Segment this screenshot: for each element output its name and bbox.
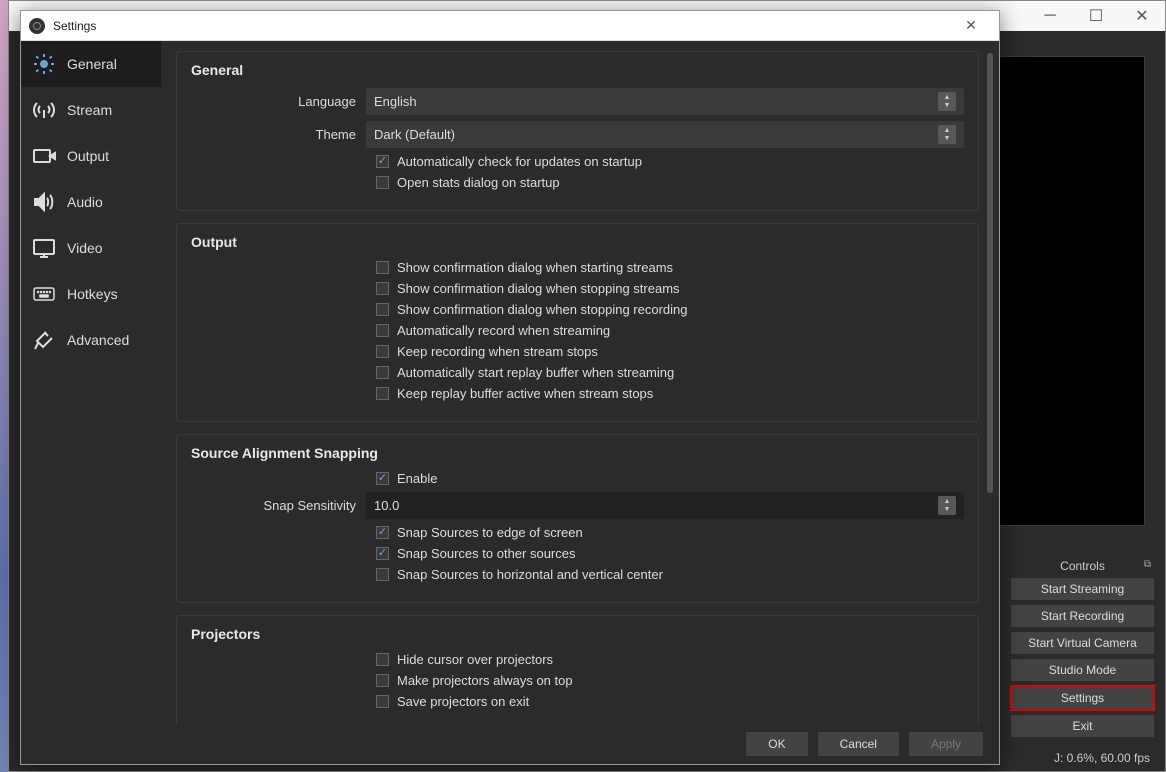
obs-icon bbox=[29, 18, 45, 34]
apply-button: Apply bbox=[908, 731, 984, 757]
advanced-icon bbox=[31, 327, 57, 353]
sidebar-item-output[interactable]: Output bbox=[21, 133, 161, 179]
controls-panel: Controls ⧉ Start Streaming Start Recordin… bbox=[1010, 555, 1155, 741]
minimize-button[interactable]: ─ bbox=[1027, 1, 1073, 31]
controls-title: Controls bbox=[1060, 559, 1105, 573]
control-exit[interactable]: Exit bbox=[1010, 714, 1155, 738]
checkbox-snap-enable[interactable] bbox=[376, 472, 389, 485]
group-snapping: Source Alignment Snapping Enable Snap Se… bbox=[176, 434, 979, 603]
checkbox-confirm-start-stream[interactable] bbox=[376, 261, 389, 274]
checkbox-open-stats[interactable] bbox=[376, 176, 389, 189]
dropdown-icon: ▲▼ bbox=[938, 92, 956, 111]
sidebar-label: Output bbox=[67, 148, 109, 164]
snap-sensitivity-value: 10.0 bbox=[374, 498, 399, 513]
checkbox-keep-replay[interactable] bbox=[376, 387, 389, 400]
group-projectors: Projectors Hide cursor over projectors M… bbox=[176, 615, 979, 724]
sidebar-item-general[interactable]: General bbox=[21, 41, 161, 87]
checkbox-hide-cursor[interactable] bbox=[376, 653, 389, 666]
label-open-stats: Open stats dialog on startup bbox=[397, 175, 560, 190]
sidebar-item-stream[interactable]: Stream bbox=[21, 87, 161, 133]
group-title-general: General bbox=[191, 62, 964, 78]
general-icon bbox=[31, 51, 57, 77]
sidebar-item-advanced[interactable]: Advanced bbox=[21, 317, 161, 363]
language-label: Language bbox=[191, 94, 366, 109]
checkbox-confirm-stop-stream[interactable] bbox=[376, 282, 389, 295]
checkbox-auto-replay[interactable] bbox=[376, 366, 389, 379]
scrollbar[interactable] bbox=[987, 53, 993, 493]
theme-label: Theme bbox=[191, 127, 366, 142]
settings-content: General Language English ▲▼ Theme Dark bbox=[161, 41, 999, 724]
sidebar-item-hotkeys[interactable]: Hotkeys bbox=[21, 271, 161, 317]
checkbox-keep-recording[interactable] bbox=[376, 345, 389, 358]
hotkeys-icon bbox=[31, 281, 57, 307]
spin-arrows-icon[interactable]: ▲▼ bbox=[938, 496, 956, 515]
sidebar-label: Audio bbox=[67, 194, 103, 210]
control-start-recording[interactable]: Start Recording bbox=[1010, 604, 1155, 628]
language-select[interactable]: English ▲▼ bbox=[366, 88, 964, 115]
close-button[interactable]: ✕ bbox=[1119, 1, 1165, 31]
group-title-projectors: Projectors bbox=[191, 626, 964, 642]
checkbox-always-top[interactable] bbox=[376, 674, 389, 687]
dialog-titlebar: Settings ✕ bbox=[21, 11, 999, 41]
sidebar-label: Advanced bbox=[67, 332, 129, 348]
stream-icon bbox=[31, 97, 57, 123]
controls-header: Controls ⧉ bbox=[1010, 555, 1155, 577]
checkbox-auto-update[interactable] bbox=[376, 155, 389, 168]
sidebar-item-video[interactable]: Video bbox=[21, 225, 161, 271]
theme-value: Dark (Default) bbox=[374, 127, 455, 142]
control-start-virtual-camera[interactable]: Start Virtual Camera bbox=[1010, 631, 1155, 655]
control-start-streaming[interactable]: Start Streaming bbox=[1010, 577, 1155, 601]
group-general: General Language English ▲▼ Theme Dark bbox=[176, 51, 979, 211]
sidebar-label: Stream bbox=[67, 102, 112, 118]
language-value: English bbox=[374, 94, 417, 109]
checkbox-save-projectors[interactable] bbox=[376, 695, 389, 708]
control-settings[interactable]: Settings bbox=[1010, 685, 1155, 711]
video-icon bbox=[31, 235, 57, 261]
group-title-snapping: Source Alignment Snapping bbox=[191, 445, 964, 461]
dialog-footer: OK Cancel Apply bbox=[21, 724, 999, 764]
label-auto-update: Automatically check for updates on start… bbox=[397, 154, 642, 169]
status-bar: J: 0.6%, 60.00 fps bbox=[1054, 751, 1150, 765]
dialog-title: Settings bbox=[53, 19, 951, 33]
maximize-button[interactable]: ☐ bbox=[1073, 1, 1119, 31]
checkbox-snap-sources[interactable] bbox=[376, 547, 389, 560]
settings-dialog: Settings ✕ General Stream Output Audio Video… bbox=[20, 10, 1000, 765]
dialog-close-button[interactable]: ✕ bbox=[951, 12, 991, 40]
control-studio-mode[interactable]: Studio Mode bbox=[1010, 658, 1155, 682]
sidebar-label: General bbox=[67, 56, 117, 72]
popout-icon[interactable]: ⧉ bbox=[1144, 559, 1151, 570]
sidebar-label: Video bbox=[67, 240, 103, 256]
dropdown-icon: ▲▼ bbox=[938, 125, 956, 144]
checkbox-snap-center[interactable] bbox=[376, 568, 389, 581]
sidebar-label: Hotkeys bbox=[67, 286, 118, 302]
cancel-button[interactable]: Cancel bbox=[817, 731, 900, 757]
snap-sensitivity-input[interactable]: 10.0 ▲▼ bbox=[366, 492, 964, 519]
checkbox-auto-record[interactable] bbox=[376, 324, 389, 337]
settings-sidebar: General Stream Output Audio Video Hotkeys Adva… bbox=[21, 41, 161, 724]
ok-button[interactable]: OK bbox=[745, 731, 808, 757]
checkbox-confirm-stop-record[interactable] bbox=[376, 303, 389, 316]
output-icon bbox=[31, 143, 57, 169]
theme-select[interactable]: Dark (Default) ▲▼ bbox=[366, 121, 964, 148]
audio-icon bbox=[31, 189, 57, 215]
snap-sensitivity-label: Snap Sensitivity bbox=[191, 498, 366, 513]
group-title-output: Output bbox=[191, 234, 964, 250]
preview-area bbox=[985, 56, 1145, 526]
checkbox-snap-edge[interactable] bbox=[376, 526, 389, 539]
sidebar-item-audio[interactable]: Audio bbox=[21, 179, 161, 225]
group-output: Output Show confirmation dialog when sta… bbox=[176, 223, 979, 422]
